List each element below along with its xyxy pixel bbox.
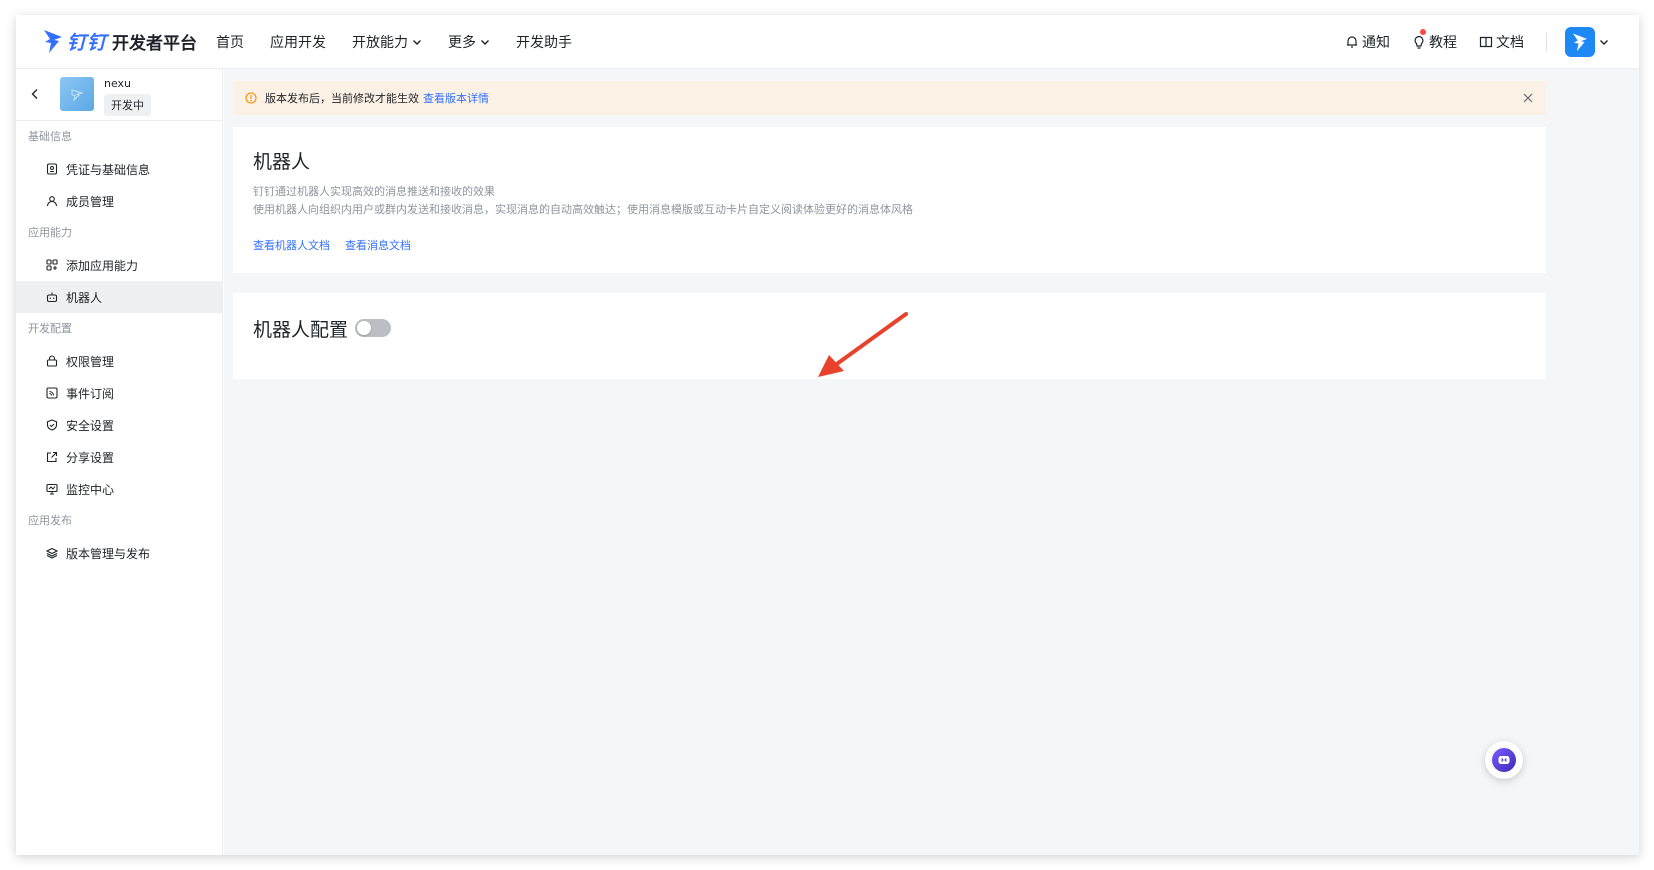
notify-label: 通知 (1362, 35, 1390, 51)
chevron-down-icon (481, 40, 489, 45)
app-name: nexu (104, 77, 132, 90)
sidebar-item-add-capability[interactable]: 添加应用能力 (16, 249, 222, 281)
tutorial-label: 教程 (1429, 35, 1457, 51)
sidebar: nexu 开发中 基础信息 凭证与基础信息 成员管理 应用能力 添加应用能力 机… (16, 69, 223, 855)
sidebar-item-versions[interactable]: 版本管理与发布 (16, 537, 222, 569)
logo[interactable]: 钉钉 开发者平台 (42, 26, 197, 56)
nav-dev-assistant[interactable]: 开发助手 (516, 32, 572, 52)
nav-dev-assistant-label: 开发助手 (516, 35, 572, 51)
sidebar-item-label: 版本管理与发布 (66, 546, 151, 561)
robot-docs-link[interactable]: 查看机器人文档 (253, 237, 330, 253)
robot-icon (46, 292, 58, 303)
group-title-basic-info: 基础信息 (28, 130, 72, 143)
robot-card-description: 使用机器人向组织内用户或群内发送和接收消息，实现消息的自动高效触达；使用消息模版… (253, 203, 913, 216)
robot-card-title: 机器人 (253, 151, 311, 173)
app-header: nexu 开发中 (16, 69, 222, 121)
main-content: 版本发布后，当前修改才能生效 查看版本详情 机器人 钉钉通过机器人实现高效的消息… (224, 69, 1639, 855)
sidebar-item-robot[interactable]: 机器人 (16, 281, 222, 313)
layers-icon (46, 547, 58, 559)
sidebar-item-share[interactable]: 分享设置 (16, 441, 222, 473)
sidebar-item-label: 安全设置 (66, 418, 115, 433)
nav-app-dev-label: 应用开发 (270, 35, 326, 51)
docs-button[interactable]: 文档 (1479, 32, 1524, 52)
sidebar-item-label: 事件订阅 (66, 386, 115, 401)
sidebar-item-label: 成员管理 (66, 194, 115, 209)
lightbulb-icon (1414, 35, 1424, 49)
notify-button[interactable]: 通知 (1345, 32, 1390, 52)
brand-name: 钉钉 (67, 31, 108, 54)
publish-alert: 版本发布后，当前修改才能生效 查看版本详情 (233, 81, 1546, 115)
tutorial-button[interactable]: 教程 (1412, 29, 1457, 52)
dingtalk-logo-icon (44, 30, 62, 53)
chevron-down-icon[interactable] (1599, 37, 1609, 47)
sidebar-item-permissions[interactable]: 权限管理 (16, 345, 222, 377)
group-title-app-publish: 应用发布 (28, 514, 72, 527)
robot-info-card: 机器人 钉钉通过机器人实现高效的消息推送和接收的效果 使用机器人向组织内用户或群… (233, 127, 1546, 273)
nav-open-capabilities[interactable]: 开放能力 (352, 32, 422, 52)
app-logo-icon (71, 89, 84, 102)
sidebar-item-credentials[interactable]: 凭证与基础信息 (16, 153, 222, 185)
docs-label: 文档 (1496, 35, 1524, 51)
share-icon (46, 451, 58, 463)
group-title-dev-config: 开发配置 (28, 322, 72, 335)
divider (1546, 33, 1547, 51)
toggle-knob (357, 321, 371, 335)
sidebar-item-label: 机器人 (66, 290, 103, 305)
top-right-actions: 通知 教程 文档 (1345, 15, 1639, 69)
message-docs-link[interactable]: 查看消息文档 (345, 237, 411, 253)
avatar-logo-icon (1573, 33, 1587, 52)
warning-info-icon (245, 92, 257, 104)
grid-add-icon (46, 259, 58, 271)
robot-card-links: 查看机器人文档 查看消息文档 (253, 237, 426, 253)
group-title-app-capabilities: 应用能力 (28, 226, 72, 239)
notification-dot (1420, 29, 1426, 35)
user-avatar[interactable] (1565, 27, 1595, 57)
user-icon (46, 196, 58, 207)
sidebar-item-label: 添加应用能力 (66, 258, 139, 273)
sidebar-item-security[interactable]: 安全设置 (16, 409, 222, 441)
app-status-badge: 开发中 (104, 94, 151, 116)
robot-config-toggle[interactable] (355, 319, 391, 337)
nav-home-label: 首页 (216, 35, 244, 51)
nav-more[interactable]: 更多 (448, 32, 490, 52)
book-icon (1479, 36, 1493, 48)
chevron-down-icon (413, 40, 421, 45)
app-avatar (60, 77, 94, 111)
assistant-icon (1492, 748, 1516, 772)
nav-more-label: 更多 (448, 35, 476, 51)
floating-assistant-button[interactable] (1485, 741, 1523, 779)
alert-text: 版本发布后，当前修改才能生效 (265, 92, 419, 105)
sidebar-item-events[interactable]: 事件订阅 (16, 377, 222, 409)
bell-icon (1347, 36, 1357, 48)
view-version-details-link[interactable]: 查看版本详情 (423, 90, 489, 106)
sidebar-item-label: 分享设置 (66, 450, 115, 465)
annotation-arrow-icon (818, 312, 908, 377)
monitor-icon (46, 483, 58, 495)
robot-config-title: 机器人配置 (253, 319, 349, 341)
top-navbar: 钉钉 开发者平台 首页 应用开发 开放能力 更多 开发助手 通知 教程 文档 (16, 15, 1639, 69)
lock-icon (46, 355, 58, 367)
credential-icon (46, 163, 58, 175)
platform-name: 开发者平台 (112, 33, 198, 54)
nav-open-capabilities-label: 开放能力 (352, 35, 408, 51)
sidebar-item-monitor[interactable]: 监控中心 (16, 473, 222, 505)
sidebar-item-members[interactable]: 成员管理 (16, 185, 222, 217)
main-nav: 首页 应用开发 开放能力 更多 开发助手 (216, 15, 598, 69)
sidebar-item-label: 权限管理 (66, 354, 115, 369)
close-icon[interactable] (1522, 92, 1534, 104)
sidebar-item-label: 监控中心 (66, 482, 115, 497)
back-arrow-icon[interactable] (28, 87, 42, 101)
nav-home[interactable]: 首页 (216, 32, 244, 52)
nav-app-dev[interactable]: 应用开发 (270, 32, 326, 52)
app-window: 钉钉 开发者平台 首页 应用开发 开放能力 更多 开发助手 通知 教程 文档 n… (16, 15, 1639, 855)
sidebar-item-label: 凭证与基础信息 (66, 162, 151, 177)
shield-icon (46, 419, 58, 431)
rss-icon (46, 387, 58, 399)
chat-bot-icon (1498, 756, 1510, 764)
robot-card-description: 钉钉通过机器人实现高效的消息推送和接收的效果 (253, 185, 495, 198)
